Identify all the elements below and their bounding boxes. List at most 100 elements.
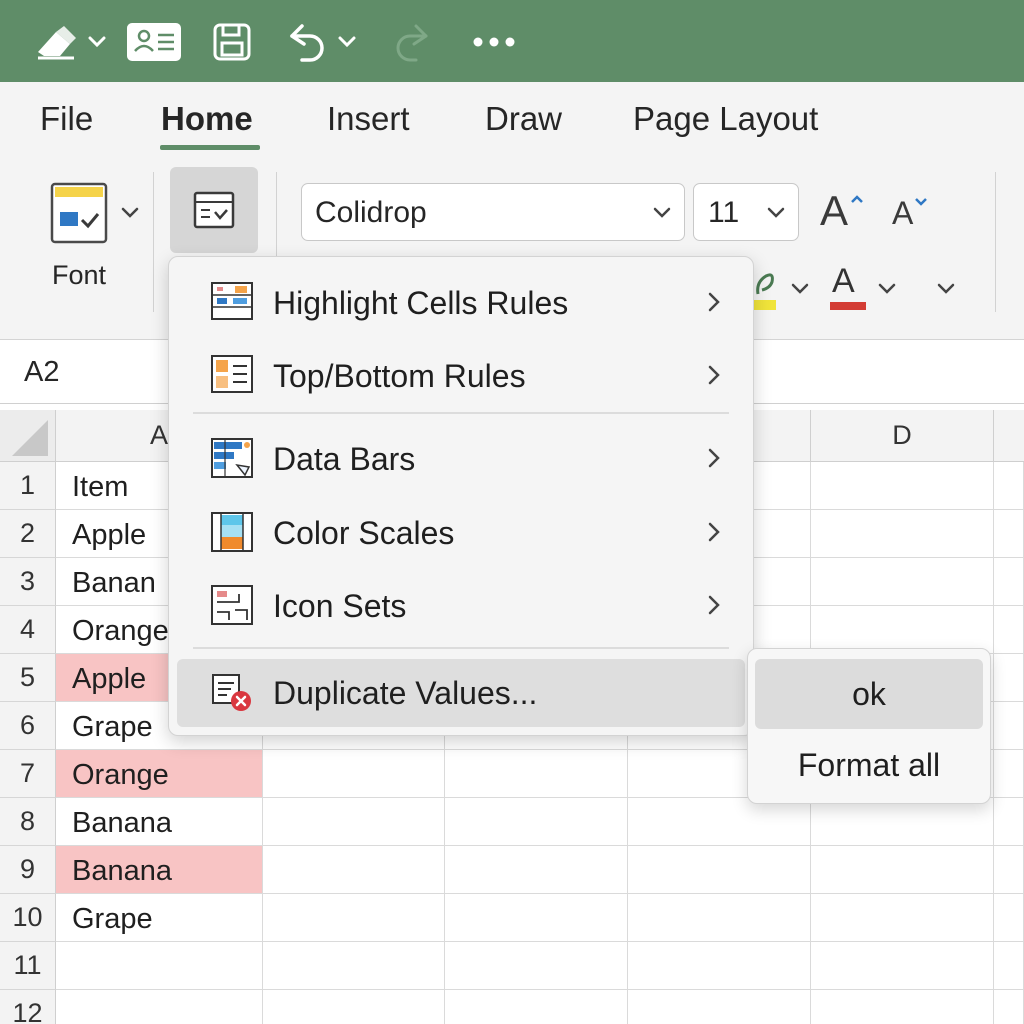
- cell[interactable]: [445, 750, 628, 798]
- font-color-letter: A: [832, 262, 855, 300]
- row-header[interactable]: 10: [0, 894, 56, 942]
- cell-a[interactable]: [56, 990, 263, 1024]
- cell[interactable]: [628, 894, 811, 942]
- card-icon[interactable]: [126, 20, 182, 64]
- font-group-label: Font: [52, 260, 107, 290]
- caret-down-icon: [915, 198, 927, 206]
- cell[interactable]: [994, 510, 1024, 558]
- tab-draw[interactable]: Draw: [485, 100, 562, 138]
- row-header[interactable]: 4: [0, 606, 56, 654]
- font-size-dropdown[interactable]: 11: [693, 183, 799, 241]
- cell[interactable]: [811, 606, 994, 654]
- cell[interactable]: [628, 990, 811, 1024]
- cell-text: Banana: [72, 807, 172, 839]
- cell[interactable]: [994, 846, 1024, 894]
- row-header[interactable]: 9: [0, 846, 56, 894]
- undo-icon[interactable]: [284, 20, 358, 64]
- cell-a[interactable]: Banana: [56, 798, 263, 846]
- row-header[interactable]: 12: [0, 990, 56, 1024]
- cell[interactable]: [811, 510, 994, 558]
- chevron-down-icon[interactable]: [936, 282, 956, 296]
- cell[interactable]: [628, 942, 811, 990]
- conditional-formatting-menu: Highlight Cells Rules Top/Bottom Rules D…: [168, 256, 754, 736]
- cell[interactable]: [445, 942, 628, 990]
- cell-text: Banan: [72, 567, 156, 599]
- row-header[interactable]: 8: [0, 798, 56, 846]
- cell-a[interactable]: [56, 942, 263, 990]
- menu-item-top-bottom-rules[interactable]: Top/Bottom Rules: [177, 342, 745, 410]
- cell[interactable]: [994, 798, 1024, 846]
- column-header-d[interactable]: D: [811, 410, 994, 462]
- cell[interactable]: [994, 990, 1024, 1024]
- cell[interactable]: [994, 462, 1024, 510]
- cell[interactable]: [263, 942, 445, 990]
- cell[interactable]: [811, 990, 994, 1024]
- cell[interactable]: [811, 798, 994, 846]
- tab-file[interactable]: File: [40, 100, 93, 138]
- tab-page-layout[interactable]: Page Layout: [633, 100, 818, 138]
- cell-text: Apple: [72, 519, 147, 551]
- tab-home[interactable]: Home: [161, 100, 253, 138]
- cell-a-duplicate[interactable]: Orange: [56, 750, 263, 798]
- column-header-e[interactable]: [994, 410, 1024, 462]
- save-icon[interactable]: [210, 20, 254, 64]
- cell[interactable]: [994, 702, 1024, 750]
- cell[interactable]: [445, 798, 628, 846]
- more-icon[interactable]: [470, 20, 518, 64]
- cell[interactable]: [994, 750, 1024, 798]
- menu-item-icon-sets[interactable]: Icon Sets: [177, 572, 745, 640]
- ok-button[interactable]: ok: [755, 659, 983, 729]
- menu-item-color-scales[interactable]: Color Scales: [177, 499, 745, 567]
- row-header[interactable]: 1: [0, 462, 56, 510]
- font-color-button[interactable]: A: [830, 262, 866, 310]
- row-header[interactable]: 2: [0, 510, 56, 558]
- cell-a-duplicate[interactable]: Banana: [56, 846, 263, 894]
- menu-item-highlight-cells-rules[interactable]: Highlight Cells Rules: [177, 269, 745, 337]
- name-box[interactable]: A2: [24, 356, 59, 389]
- cell[interactable]: [263, 990, 445, 1024]
- cell[interactable]: [994, 654, 1024, 702]
- eraser-icon[interactable]: [34, 20, 106, 64]
- row-header[interactable]: 6: [0, 702, 56, 750]
- chevron-down-icon[interactable]: [790, 282, 810, 296]
- menu-item-duplicate-values[interactable]: Duplicate Values...: [177, 659, 745, 727]
- conditional-formatting-button[interactable]: [170, 167, 258, 253]
- cell[interactable]: [445, 894, 628, 942]
- chevron-down-icon[interactable]: [120, 206, 140, 220]
- tab-insert[interactable]: Insert: [327, 100, 410, 138]
- row-header[interactable]: 11: [0, 942, 56, 990]
- cell[interactable]: [994, 942, 1024, 990]
- cell[interactable]: [263, 750, 445, 798]
- cell-a[interactable]: Grape: [56, 894, 263, 942]
- cell[interactable]: [445, 846, 628, 894]
- cell[interactable]: [811, 462, 994, 510]
- cell[interactable]: [811, 558, 994, 606]
- font-name-dropdown[interactable]: Colidrop: [301, 183, 685, 241]
- menu-item-data-bars[interactable]: Data Bars: [177, 425, 745, 493]
- highlight-cells-icon: [211, 282, 253, 320]
- row-header[interactable]: 5: [0, 654, 56, 702]
- row-header[interactable]: 3: [0, 558, 56, 606]
- format-all-button[interactable]: Format all: [755, 735, 983, 795]
- cell[interactable]: [811, 846, 994, 894]
- chevron-down-icon[interactable]: [877, 282, 897, 296]
- cell[interactable]: [811, 894, 994, 942]
- menu-item-label: Data Bars: [273, 441, 416, 477]
- highlighter-icon[interactable]: [752, 268, 778, 298]
- redo-icon[interactable]: [394, 20, 434, 64]
- cell[interactable]: [811, 942, 994, 990]
- cell[interactable]: [994, 606, 1024, 654]
- cell-text: Item: [72, 471, 129, 503]
- cell[interactable]: [628, 846, 811, 894]
- cell[interactable]: [445, 990, 628, 1024]
- chevron-right-icon: [708, 365, 720, 385]
- row-header[interactable]: 7: [0, 750, 56, 798]
- cell[interactable]: [628, 798, 811, 846]
- cell[interactable]: [994, 894, 1024, 942]
- select-all-corner[interactable]: [0, 410, 56, 462]
- cell[interactable]: [263, 894, 445, 942]
- cell[interactable]: [994, 558, 1024, 606]
- cell[interactable]: [263, 846, 445, 894]
- cell[interactable]: [263, 798, 445, 846]
- font-group-icon[interactable]: [50, 182, 108, 244]
